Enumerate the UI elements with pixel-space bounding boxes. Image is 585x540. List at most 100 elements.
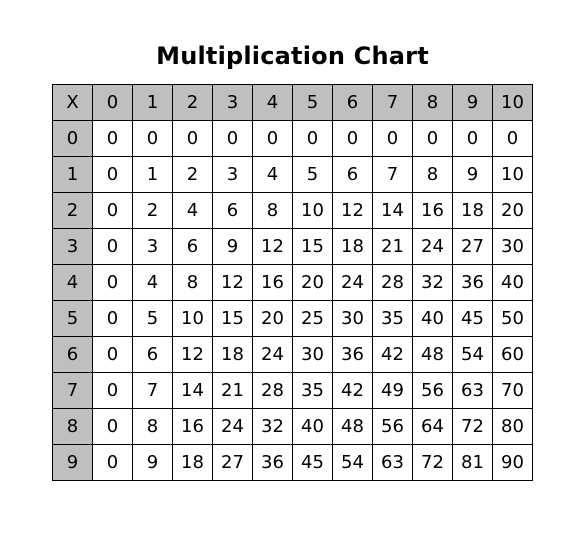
cell: 0 bbox=[373, 121, 413, 157]
col-header: 1 bbox=[133, 85, 173, 121]
cell: 6 bbox=[133, 337, 173, 373]
col-header: 7 bbox=[373, 85, 413, 121]
table-body: X 0 1 2 3 4 5 6 7 8 9 10 0 0 0 0 bbox=[53, 85, 533, 481]
cell: 24 bbox=[253, 337, 293, 373]
cell: 36 bbox=[253, 445, 293, 481]
table-row: 4 0 4 8 12 16 20 24 28 32 36 40 bbox=[53, 265, 533, 301]
cell: 8 bbox=[173, 265, 213, 301]
cell: 7 bbox=[133, 373, 173, 409]
cell: 9 bbox=[453, 157, 493, 193]
cell: 8 bbox=[133, 409, 173, 445]
cell: 0 bbox=[93, 265, 133, 301]
cell: 3 bbox=[213, 157, 253, 193]
cell: 6 bbox=[213, 193, 253, 229]
cell: 50 bbox=[493, 301, 533, 337]
cell: 12 bbox=[333, 193, 373, 229]
row-header: 6 bbox=[53, 337, 93, 373]
cell: 40 bbox=[493, 265, 533, 301]
cell: 56 bbox=[413, 373, 453, 409]
cell: 9 bbox=[213, 229, 253, 265]
cell: 81 bbox=[453, 445, 493, 481]
cell: 6 bbox=[173, 229, 213, 265]
cell: 0 bbox=[93, 445, 133, 481]
cell: 3 bbox=[133, 229, 173, 265]
cell: 0 bbox=[453, 121, 493, 157]
cell: 0 bbox=[93, 301, 133, 337]
cell: 0 bbox=[413, 121, 453, 157]
row-header: 7 bbox=[53, 373, 93, 409]
cell: 5 bbox=[293, 157, 333, 193]
cell: 5 bbox=[133, 301, 173, 337]
cell: 10 bbox=[293, 193, 333, 229]
cell: 1 bbox=[133, 157, 173, 193]
cell: 2 bbox=[133, 193, 173, 229]
cell: 7 bbox=[373, 157, 413, 193]
cell: 24 bbox=[213, 409, 253, 445]
cell: 80 bbox=[493, 409, 533, 445]
cell: 54 bbox=[453, 337, 493, 373]
cell: 16 bbox=[253, 265, 293, 301]
cell: 49 bbox=[373, 373, 413, 409]
cell: 60 bbox=[493, 337, 533, 373]
cell: 16 bbox=[173, 409, 213, 445]
cell: 25 bbox=[293, 301, 333, 337]
cell: 15 bbox=[293, 229, 333, 265]
row-header: 3 bbox=[53, 229, 93, 265]
cell: 28 bbox=[373, 265, 413, 301]
cell: 72 bbox=[453, 409, 493, 445]
cell: 48 bbox=[413, 337, 453, 373]
row-header: 1 bbox=[53, 157, 93, 193]
col-header: 0 bbox=[93, 85, 133, 121]
cell: 42 bbox=[333, 373, 373, 409]
cell: 4 bbox=[253, 157, 293, 193]
table-row: 8 0 8 16 24 32 40 48 56 64 72 80 bbox=[53, 409, 533, 445]
cell: 32 bbox=[413, 265, 453, 301]
cell: 36 bbox=[453, 265, 493, 301]
cell: 12 bbox=[173, 337, 213, 373]
cell: 0 bbox=[133, 121, 173, 157]
row-header: 9 bbox=[53, 445, 93, 481]
row-header: 5 bbox=[53, 301, 93, 337]
cell: 21 bbox=[373, 229, 413, 265]
cell: 32 bbox=[253, 409, 293, 445]
cell: 28 bbox=[253, 373, 293, 409]
col-header: 9 bbox=[453, 85, 493, 121]
cell: 2 bbox=[173, 157, 213, 193]
cell: 0 bbox=[173, 121, 213, 157]
cell: 48 bbox=[333, 409, 373, 445]
cell: 24 bbox=[333, 265, 373, 301]
cell: 30 bbox=[293, 337, 333, 373]
cell: 0 bbox=[493, 121, 533, 157]
cell: 6 bbox=[333, 157, 373, 193]
col-header: 10 bbox=[493, 85, 533, 121]
cell: 90 bbox=[493, 445, 533, 481]
cell: 63 bbox=[453, 373, 493, 409]
cell: 20 bbox=[253, 301, 293, 337]
cell: 0 bbox=[93, 409, 133, 445]
col-header: 2 bbox=[173, 85, 213, 121]
cell: 24 bbox=[413, 229, 453, 265]
cell: 8 bbox=[413, 157, 453, 193]
table-row: 7 0 7 14 21 28 35 42 49 56 63 70 bbox=[53, 373, 533, 409]
cell: 10 bbox=[173, 301, 213, 337]
cell: 9 bbox=[133, 445, 173, 481]
col-header: 6 bbox=[333, 85, 373, 121]
cell: 45 bbox=[453, 301, 493, 337]
cell: 42 bbox=[373, 337, 413, 373]
cell: 40 bbox=[413, 301, 453, 337]
cell: 40 bbox=[293, 409, 333, 445]
cell: 18 bbox=[453, 193, 493, 229]
table-row: 0 0 0 0 0 0 0 0 0 0 0 0 bbox=[53, 121, 533, 157]
row-header: 8 bbox=[53, 409, 93, 445]
cell: 12 bbox=[253, 229, 293, 265]
cell: 0 bbox=[213, 121, 253, 157]
cell: 72 bbox=[413, 445, 453, 481]
col-header: 8 bbox=[413, 85, 453, 121]
header-row: X 0 1 2 3 4 5 6 7 8 9 10 bbox=[53, 85, 533, 121]
cell: 36 bbox=[333, 337, 373, 373]
cell: 54 bbox=[333, 445, 373, 481]
cell: 0 bbox=[93, 121, 133, 157]
cell: 12 bbox=[213, 265, 253, 301]
cell: 0 bbox=[253, 121, 293, 157]
row-header: 4 bbox=[53, 265, 93, 301]
